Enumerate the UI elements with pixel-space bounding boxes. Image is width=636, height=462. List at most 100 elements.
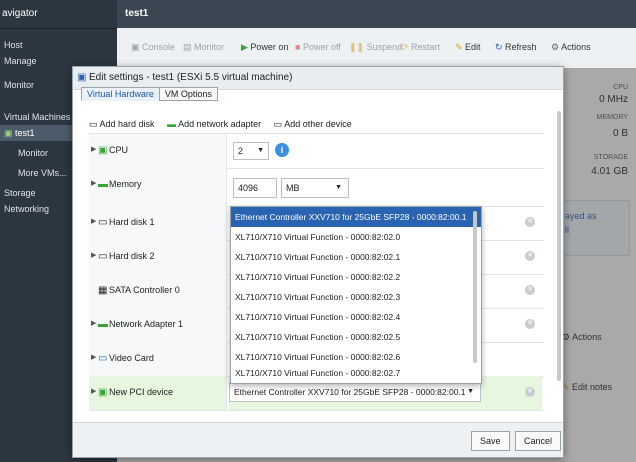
restart-label: Restart [411,42,441,52]
restart-button[interactable]: ⟳ Restart [401,42,440,53]
navigator-title: avigator [0,0,117,29]
hardware-row-cpu: ▶ ▣ CPU 2 ▼ i [89,134,544,169]
pencil-icon: ✎ [455,42,466,52]
row-label-cell: ▶ ▭ Hard disk 2 [89,240,227,274]
add-other-device-button[interactable]: ▭ Add other device [274,119,352,129]
console-label: Console [142,42,176,52]
device-icon: ▭ [273,119,285,129]
console-button[interactable]: ▣ Console [131,42,175,53]
row-label-cell: ▦ SATA Controller 0 [89,274,227,308]
edit-label: Edit [465,42,481,52]
dropdown-option[interactable]: XL710/X710 Virtual Function - 0000:82:02… [231,347,481,367]
vm-icon: ▣ [77,72,87,83]
power-on-label: Power on [250,42,289,52]
row-label: Network Adapter 1 [109,319,184,329]
dropdown-option[interactable]: XL710/X710 Virtual Function - 0000:82:02… [231,307,481,327]
tab-vm-options[interactable]: VM Options [158,87,218,101]
power-off-button[interactable]: ■ Power off [295,42,341,52]
disk-icon: ▭ [89,119,100,129]
actions-button[interactable]: ⚙ Actions [551,42,591,53]
edit-button[interactable]: ✎ Edit [455,42,481,53]
pci-device-dropdown: Ethernet Controller XXV710 for 25GbE SFP… [230,206,482,384]
memory-unit-value: MB [286,183,300,193]
expand-icon[interactable]: ▶ [91,353,96,361]
cpu-count-select[interactable]: 2 ▼ [233,142,269,160]
dropdown-option[interactable]: XL710/X710 Virtual Function - 0000:82:02… [231,247,481,267]
play-icon: ▶ [241,42,251,52]
row-label-cell: ▶ ▭ Video Card [89,342,227,376]
expand-icon[interactable]: ▶ [91,387,96,395]
dropdown-option[interactable]: Ethernet Controller XXV710 for 25GbE SFP… [231,207,481,227]
expand-icon[interactable]: ▶ [91,179,96,187]
stop-icon: ■ [295,42,303,52]
memory-size-input[interactable]: 4096 [233,178,277,198]
console-icon: ▣ [131,42,143,52]
row-label-cell: ▶ ▬ Network Adapter 1 [89,308,227,342]
monitor-button[interactable]: ▤ Monitor [183,42,224,53]
dropdown-option[interactable]: XL710/X710 Virtual Function - 0000:82:02… [231,287,481,307]
dropdown-scrollbar[interactable] [473,211,477,363]
restart-icon: ⟳ [401,42,412,52]
vm-title: test1 [125,8,149,19]
disk-icon: ▭ [98,217,108,228]
dialog-tabs: Virtual Hardware VM Options [81,87,218,101]
monitor-icon: ▤ [183,42,195,52]
expand-icon[interactable]: ▶ [91,145,96,153]
hardware-row-memory: ▶ ▬ Memory 4096 MB ▼ [89,168,544,207]
chevron-down-icon: ▼ [257,147,264,154]
add-hard-disk-button[interactable]: ▭ Add hard disk [89,119,155,129]
dialog-title: Edit settings - test1 (ESXi 5.5 virtual … [89,72,293,83]
pci-device-select[interactable]: Ethernet Controller XXV710 for 25GbE SFP… [229,382,481,402]
remove-icon[interactable]: ✕ [525,319,535,329]
add-network-adapter-button[interactable]: ▬ Add network adapter [167,119,261,129]
remove-icon[interactable]: ✕ [525,285,535,295]
expand-icon[interactable]: ▶ [91,319,96,327]
row-label: Hard disk 2 [109,251,155,261]
dialog-footer: Save Cancel [73,422,563,457]
row-label-cell: ▶ ▣ New PCI device [89,376,227,410]
remove-icon[interactable]: ✕ [525,217,535,227]
suspend-button[interactable]: ❚❚ Suspend [349,42,402,53]
row-value-cell: 2 ▼ i [229,134,542,168]
row-label-cell: ▶ ▭ Hard disk 1 [89,206,227,240]
sidebar-item-host[interactable]: Host [0,37,117,53]
row-label: SATA Controller 0 [109,285,180,295]
actions-label: Actions [561,42,591,52]
remove-icon[interactable]: ✕ [525,387,535,397]
memory-unit-select[interactable]: MB ▼ [281,178,349,198]
cancel-button[interactable]: Cancel [515,431,562,451]
add-device-bar: ▭ Add hard disk ▬ Add network adapter ▭ … [89,119,362,130]
vm-header: test1 [117,0,636,28]
save-button[interactable]: Save [471,431,510,451]
row-label: CPU [109,145,129,155]
row-label-cell: ▶ ▣ CPU [89,134,227,168]
info-icon[interactable]: i [275,143,289,157]
power-on-button[interactable]: ▶ Power on [241,42,288,53]
pci-device-value: Ethernet Controller XXV710 for 25GbE SFP… [234,387,466,397]
chevron-down-icon: ▼ [467,388,474,395]
dropdown-option[interactable]: XL710/X710 Virtual Function - 0000:82:02… [231,327,481,347]
gear-icon: ⚙ [551,42,562,52]
monitor-icon: ▭ [98,353,108,364]
vm-icon: ▣ [4,128,16,138]
remove-icon[interactable]: ✕ [525,251,535,261]
dropdown-option[interactable]: XL710/X710 Virtual Function - 0000:82:02… [231,267,481,287]
vm-toolbar: ▣ Console ▤ Monitor ▶ Power on ■ Power o… [117,28,636,69]
expand-icon[interactable]: ▶ [91,217,96,225]
suspend-label: Suspend [366,42,403,52]
power-off-label: Power off [302,42,341,52]
memory-icon: ▬ [98,179,108,190]
dropdown-option[interactable]: XL710/X710 Virtual Function - 0000:82:02… [231,227,481,247]
nic-icon: ▬ [98,319,108,330]
refresh-icon: ↻ [495,42,506,52]
refresh-button[interactable]: ↻ Refresh [495,42,537,53]
add-hard-disk-label: Add hard disk [99,119,155,129]
tab-virtual-hardware[interactable]: Virtual Hardware [81,87,160,101]
expand-icon[interactable]: ▶ [91,251,96,259]
chevron-down-icon: ▼ [335,184,342,191]
cpu-count-value: 2 [238,146,244,156]
dropdown-option[interactable]: XL710/X710 Virtual Function - 0000:82:02… [231,367,481,379]
row-value-cell: 4096 MB ▼ [229,168,542,202]
dialog-scrollbar[interactable] [557,111,561,381]
row-label: Video Card [109,353,154,363]
